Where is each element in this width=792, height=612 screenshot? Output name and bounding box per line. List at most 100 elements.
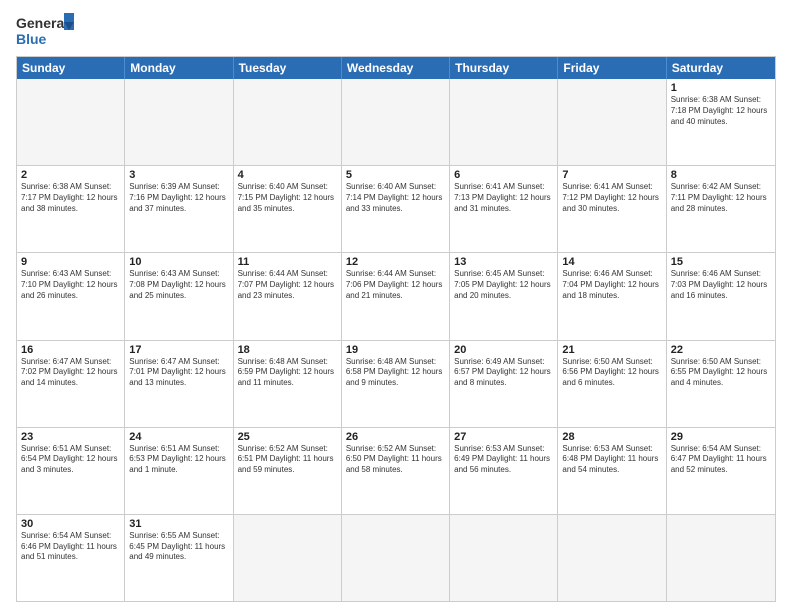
day-number: 7 bbox=[562, 169, 661, 181]
day-number: 25 bbox=[238, 431, 337, 443]
day-18: 18Sunrise: 6:48 AM Sunset: 6:59 PM Dayli… bbox=[234, 341, 342, 427]
logo-svg: General Blue bbox=[16, 12, 76, 50]
day-info: Sunrise: 6:51 AM Sunset: 6:54 PM Dayligh… bbox=[21, 444, 120, 476]
week-row-6: 30Sunrise: 6:54 AM Sunset: 6:46 PM Dayli… bbox=[17, 514, 775, 601]
logo: General Blue bbox=[16, 12, 76, 50]
day-19: 19Sunrise: 6:48 AM Sunset: 6:58 PM Dayli… bbox=[342, 341, 450, 427]
day-number: 27 bbox=[454, 431, 553, 443]
calendar-header: SundayMondayTuesdayWednesdayThursdayFrid… bbox=[17, 57, 775, 79]
day-23: 23Sunrise: 6:51 AM Sunset: 6:54 PM Dayli… bbox=[17, 428, 125, 514]
day-number: 9 bbox=[21, 256, 120, 268]
header-friday: Friday bbox=[558, 57, 666, 79]
day-number: 30 bbox=[21, 518, 120, 530]
day-14: 14Sunrise: 6:46 AM Sunset: 7:04 PM Dayli… bbox=[558, 253, 666, 339]
day-number: 4 bbox=[238, 169, 337, 181]
svg-text:General: General bbox=[16, 15, 68, 31]
empty-cell bbox=[234, 515, 342, 601]
empty-cell bbox=[342, 515, 450, 601]
empty-cell bbox=[558, 79, 666, 165]
day-info: Sunrise: 6:48 AM Sunset: 6:59 PM Dayligh… bbox=[238, 357, 337, 389]
day-number: 16 bbox=[21, 344, 120, 356]
day-number: 22 bbox=[671, 344, 771, 356]
day-number: 5 bbox=[346, 169, 445, 181]
day-number: 1 bbox=[671, 82, 771, 94]
header-thursday: Thursday bbox=[450, 57, 558, 79]
day-21: 21Sunrise: 6:50 AM Sunset: 6:56 PM Dayli… bbox=[558, 341, 666, 427]
day-17: 17Sunrise: 6:47 AM Sunset: 7:01 PM Dayli… bbox=[125, 341, 233, 427]
day-info: Sunrise: 6:44 AM Sunset: 7:06 PM Dayligh… bbox=[346, 269, 445, 301]
day-31: 31Sunrise: 6:55 AM Sunset: 6:45 PM Dayli… bbox=[125, 515, 233, 601]
day-info: Sunrise: 6:54 AM Sunset: 6:46 PM Dayligh… bbox=[21, 531, 120, 563]
header-monday: Monday bbox=[125, 57, 233, 79]
empty-cell bbox=[450, 515, 558, 601]
day-number: 6 bbox=[454, 169, 553, 181]
day-28: 28Sunrise: 6:53 AM Sunset: 6:48 PM Dayli… bbox=[558, 428, 666, 514]
day-5: 5Sunrise: 6:40 AM Sunset: 7:14 PM Daylig… bbox=[342, 166, 450, 252]
day-9: 9Sunrise: 6:43 AM Sunset: 7:10 PM Daylig… bbox=[17, 253, 125, 339]
day-number: 17 bbox=[129, 344, 228, 356]
day-number: 15 bbox=[671, 256, 771, 268]
day-info: Sunrise: 6:46 AM Sunset: 7:04 PM Dayligh… bbox=[562, 269, 661, 301]
day-number: 31 bbox=[129, 518, 228, 530]
calendar: SundayMondayTuesdayWednesdayThursdayFrid… bbox=[16, 56, 776, 602]
day-10: 10Sunrise: 6:43 AM Sunset: 7:08 PM Dayli… bbox=[125, 253, 233, 339]
day-number: 29 bbox=[671, 431, 771, 443]
day-info: Sunrise: 6:52 AM Sunset: 6:50 PM Dayligh… bbox=[346, 444, 445, 476]
day-info: Sunrise: 6:46 AM Sunset: 7:03 PM Dayligh… bbox=[671, 269, 771, 301]
header: General Blue bbox=[16, 12, 776, 50]
day-info: Sunrise: 6:51 AM Sunset: 6:53 PM Dayligh… bbox=[129, 444, 228, 476]
calendar-body: 1Sunrise: 6:38 AM Sunset: 7:18 PM Daylig… bbox=[17, 79, 775, 601]
svg-text:Blue: Blue bbox=[16, 31, 47, 47]
day-info: Sunrise: 6:48 AM Sunset: 6:58 PM Dayligh… bbox=[346, 357, 445, 389]
day-12: 12Sunrise: 6:44 AM Sunset: 7:06 PM Dayli… bbox=[342, 253, 450, 339]
day-number: 19 bbox=[346, 344, 445, 356]
day-16: 16Sunrise: 6:47 AM Sunset: 7:02 PM Dayli… bbox=[17, 341, 125, 427]
day-1: 1Sunrise: 6:38 AM Sunset: 7:18 PM Daylig… bbox=[667, 79, 775, 165]
week-row-2: 2Sunrise: 6:38 AM Sunset: 7:17 PM Daylig… bbox=[17, 165, 775, 252]
day-info: Sunrise: 6:44 AM Sunset: 7:07 PM Dayligh… bbox=[238, 269, 337, 301]
week-row-5: 23Sunrise: 6:51 AM Sunset: 6:54 PM Dayli… bbox=[17, 427, 775, 514]
week-row-4: 16Sunrise: 6:47 AM Sunset: 7:02 PM Dayli… bbox=[17, 340, 775, 427]
day-7: 7Sunrise: 6:41 AM Sunset: 7:12 PM Daylig… bbox=[558, 166, 666, 252]
header-wednesday: Wednesday bbox=[342, 57, 450, 79]
day-4: 4Sunrise: 6:40 AM Sunset: 7:15 PM Daylig… bbox=[234, 166, 342, 252]
day-number: 14 bbox=[562, 256, 661, 268]
day-info: Sunrise: 6:40 AM Sunset: 7:14 PM Dayligh… bbox=[346, 182, 445, 214]
empty-cell bbox=[450, 79, 558, 165]
day-info: Sunrise: 6:41 AM Sunset: 7:12 PM Dayligh… bbox=[562, 182, 661, 214]
day-info: Sunrise: 6:52 AM Sunset: 6:51 PM Dayligh… bbox=[238, 444, 337, 476]
empty-cell bbox=[667, 515, 775, 601]
day-number: 11 bbox=[238, 256, 337, 268]
day-number: 21 bbox=[562, 344, 661, 356]
day-3: 3Sunrise: 6:39 AM Sunset: 7:16 PM Daylig… bbox=[125, 166, 233, 252]
day-number: 13 bbox=[454, 256, 553, 268]
day-info: Sunrise: 6:40 AM Sunset: 7:15 PM Dayligh… bbox=[238, 182, 337, 214]
empty-cell bbox=[234, 79, 342, 165]
day-24: 24Sunrise: 6:51 AM Sunset: 6:53 PM Dayli… bbox=[125, 428, 233, 514]
day-30: 30Sunrise: 6:54 AM Sunset: 6:46 PM Dayli… bbox=[17, 515, 125, 601]
day-number: 12 bbox=[346, 256, 445, 268]
day-info: Sunrise: 6:53 AM Sunset: 6:48 PM Dayligh… bbox=[562, 444, 661, 476]
day-info: Sunrise: 6:55 AM Sunset: 6:45 PM Dayligh… bbox=[129, 531, 228, 563]
page: General Blue SundayMondayTuesdayWednesda… bbox=[0, 0, 792, 612]
day-info: Sunrise: 6:39 AM Sunset: 7:16 PM Dayligh… bbox=[129, 182, 228, 214]
day-number: 2 bbox=[21, 169, 120, 181]
day-22: 22Sunrise: 6:50 AM Sunset: 6:55 PM Dayli… bbox=[667, 341, 775, 427]
header-tuesday: Tuesday bbox=[234, 57, 342, 79]
day-number: 23 bbox=[21, 431, 120, 443]
day-6: 6Sunrise: 6:41 AM Sunset: 7:13 PM Daylig… bbox=[450, 166, 558, 252]
empty-cell bbox=[17, 79, 125, 165]
day-info: Sunrise: 6:45 AM Sunset: 7:05 PM Dayligh… bbox=[454, 269, 553, 301]
day-number: 18 bbox=[238, 344, 337, 356]
day-29: 29Sunrise: 6:54 AM Sunset: 6:47 PM Dayli… bbox=[667, 428, 775, 514]
day-number: 8 bbox=[671, 169, 771, 181]
day-info: Sunrise: 6:54 AM Sunset: 6:47 PM Dayligh… bbox=[671, 444, 771, 476]
day-number: 26 bbox=[346, 431, 445, 443]
day-2: 2Sunrise: 6:38 AM Sunset: 7:17 PM Daylig… bbox=[17, 166, 125, 252]
day-26: 26Sunrise: 6:52 AM Sunset: 6:50 PM Dayli… bbox=[342, 428, 450, 514]
day-info: Sunrise: 6:53 AM Sunset: 6:49 PM Dayligh… bbox=[454, 444, 553, 476]
day-info: Sunrise: 6:42 AM Sunset: 7:11 PM Dayligh… bbox=[671, 182, 771, 214]
day-info: Sunrise: 6:38 AM Sunset: 7:18 PM Dayligh… bbox=[671, 95, 771, 127]
header-saturday: Saturday bbox=[667, 57, 775, 79]
day-20: 20Sunrise: 6:49 AM Sunset: 6:57 PM Dayli… bbox=[450, 341, 558, 427]
